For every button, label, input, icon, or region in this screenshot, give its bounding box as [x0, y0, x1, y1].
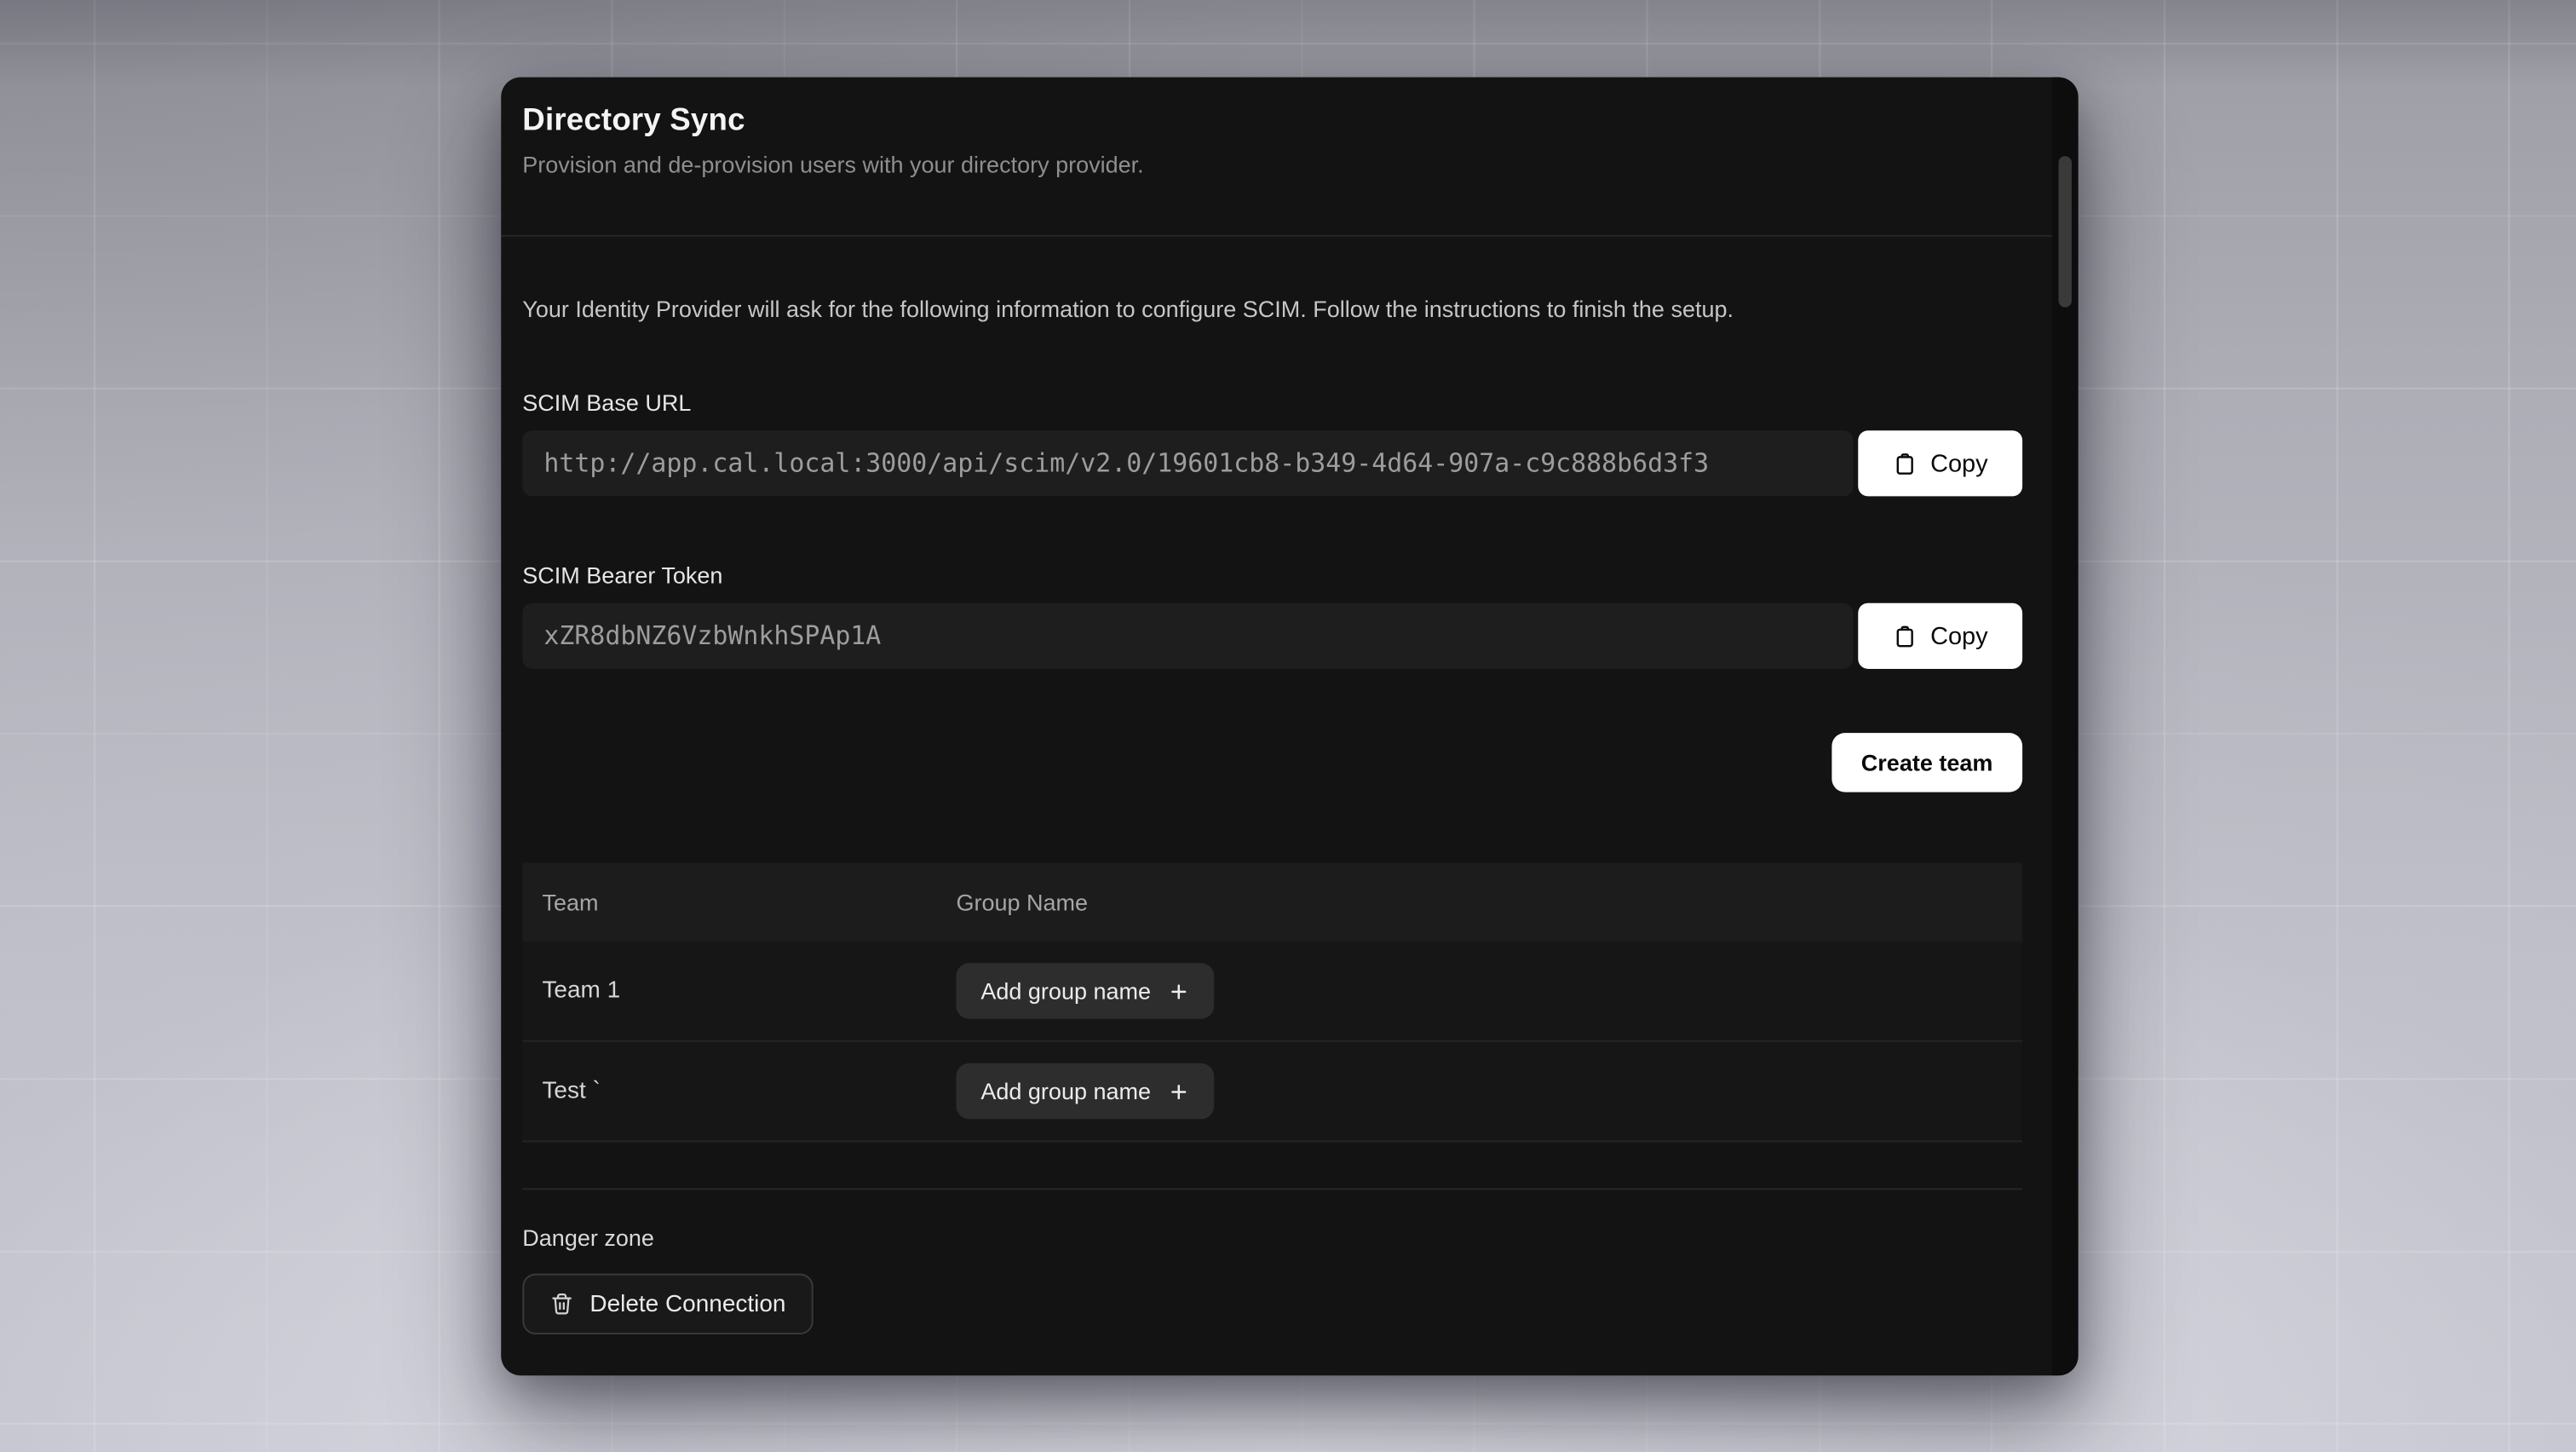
column-header-group-name: Group Name: [936, 889, 2022, 915]
team-name-cell: Test `: [522, 1078, 936, 1104]
scim-base-url-input[interactable]: [522, 430, 1853, 496]
scim-base-url-row: Copy: [522, 430, 2022, 496]
dialog-header: Directory Sync Provision and de-provisio…: [501, 78, 2078, 237]
scim-instructions-text: Your Identity Provider will ask for the …: [522, 296, 2022, 324]
dialog-content: Your Identity Provider will ask for the …: [501, 296, 2078, 1334]
create-team-button[interactable]: Create team: [1831, 733, 2022, 792]
copy-bearer-token-button[interactable]: Copy: [1858, 603, 2022, 669]
table-row: Test ` Add group name: [522, 1042, 2022, 1143]
column-header-team: Team: [522, 889, 936, 915]
add-group-name-label: Add group name: [980, 978, 1151, 1005]
scim-bearer-token-input[interactable]: [522, 603, 1853, 669]
add-group-name-label: Add group name: [980, 1078, 1151, 1104]
table-row: Team 1 Add group name: [522, 942, 2022, 1042]
teams-table: Team Group Name Team 1 Add group name: [522, 863, 2022, 1143]
clipboard-icon: [1893, 624, 1918, 648]
scim-base-url-label: SCIM Base URL: [522, 389, 2022, 416]
clipboard-icon: [1893, 451, 1918, 475]
add-group-name-button[interactable]: Add group name: [956, 1063, 1213, 1120]
copy-button-label: Copy: [1930, 449, 1988, 477]
delete-connection-button[interactable]: Delete Connection: [522, 1274, 814, 1334]
directory-sync-dialog: Directory Sync Provision and de-provisio…: [501, 78, 2078, 1376]
add-group-name-button[interactable]: Add group name: [956, 963, 1213, 1019]
group-name-cell: Add group name: [936, 1063, 2022, 1120]
table-header-row: Team Group Name: [522, 863, 2022, 942]
copy-button-label: Copy: [1930, 622, 1988, 650]
scrollbar-thumb[interactable]: [2059, 156, 2072, 307]
plus-icon: [1167, 980, 1188, 1001]
create-team-row: Create team: [522, 733, 2022, 792]
page-title: Directory Sync: [522, 104, 2012, 140]
danger-zone-label: Danger zone: [522, 1224, 2022, 1251]
plus-icon: [1167, 1080, 1188, 1102]
team-name-cell: Team 1: [522, 978, 936, 1005]
scim-bearer-token-row: Copy: [522, 603, 2022, 669]
screen: Directory Sync Provision and de-provisio…: [0, 0, 2576, 1452]
page-subtitle: Provision and de-provision users with yo…: [522, 151, 2012, 234]
scrollbar-track[interactable]: [2052, 78, 2079, 1376]
group-name-cell: Add group name: [936, 963, 2022, 1019]
trash-icon: [550, 1292, 573, 1317]
section-divider: [522, 1188, 2022, 1190]
delete-connection-label: Delete Connection: [589, 1291, 785, 1317]
scim-bearer-token-label: SCIM Bearer Token: [522, 562, 2022, 589]
copy-base-url-button[interactable]: Copy: [1858, 430, 2022, 496]
